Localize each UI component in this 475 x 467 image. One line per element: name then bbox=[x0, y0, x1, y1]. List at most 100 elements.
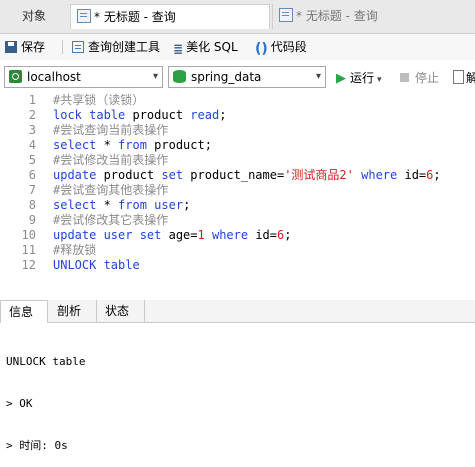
results-output: UNLOCK table > OK > 时间: 0s bbox=[6, 327, 466, 467]
code-token: 1 bbox=[197, 228, 205, 242]
tab-query-active[interactable]: * 无标题 - 查询 bbox=[70, 4, 270, 29]
line-number: 12 bbox=[21, 258, 36, 272]
code-text: #释放锁 bbox=[53, 243, 96, 258]
tab-query-active-label: * 无标题 - 查询 bbox=[94, 10, 176, 24]
line-number: 7 bbox=[28, 183, 36, 197]
code-line: 10 update user set age=1 where id=6; bbox=[0, 228, 292, 243]
code-line: 2 lock table product read; bbox=[0, 108, 227, 123]
code-text: select * from user; bbox=[53, 198, 190, 213]
stop-button[interactable]: 停止 bbox=[400, 69, 439, 87]
query-tab-icon bbox=[279, 8, 293, 22]
tab-info[interactable]: 信息 bbox=[0, 300, 48, 323]
code-token: ; bbox=[219, 108, 227, 122]
result-line: > OK bbox=[6, 397, 33, 410]
code-line: 11 #释放锁 bbox=[0, 243, 97, 258]
beautify-sql-button[interactable]: ≣ 美化 SQL bbox=[173, 38, 238, 56]
line-number: 2 bbox=[28, 108, 36, 122]
code-token: read bbox=[190, 108, 220, 122]
database-value: spring_data bbox=[191, 70, 262, 84]
line-number: 3 bbox=[28, 123, 36, 137]
code-token: #尝试查询其他表操作 bbox=[53, 183, 169, 197]
code-token: where bbox=[204, 228, 256, 242]
tab-profile[interactable]: 剖析 bbox=[49, 300, 97, 322]
result-line: UNLOCK table bbox=[6, 355, 86, 368]
explain-icon bbox=[453, 70, 464, 84]
tab-query-inactive-label: * 无标题 - 查询 bbox=[296, 9, 378, 23]
beautify-icon: ≣ bbox=[173, 42, 184, 56]
code-text: #尝试查询当前表操作 bbox=[53, 123, 168, 138]
query-builder-icon bbox=[72, 41, 84, 53]
code-token: select bbox=[53, 198, 104, 212]
code-line: 3 #尝试查询当前表操作 bbox=[0, 123, 168, 138]
stop-label: 停止 bbox=[415, 71, 440, 85]
chevron-down-icon[interactable]: ▾ bbox=[377, 75, 382, 85]
tab-query-inactive[interactable]: * 无标题 - 查询 bbox=[272, 4, 475, 29]
run-label: 运行 bbox=[350, 71, 375, 85]
code-text: select * from product; bbox=[53, 138, 212, 153]
explain-button[interactable]: 解 bbox=[453, 69, 475, 87]
code-token: product; bbox=[154, 138, 212, 152]
code-token: user bbox=[103, 228, 140, 242]
code-line: 12 UNLOCK table bbox=[0, 258, 140, 273]
query-builder-button[interactable]: 查询创建工具 bbox=[72, 38, 160, 56]
database-icon bbox=[173, 70, 186, 83]
beautify-label: 美化 SQL bbox=[186, 40, 238, 54]
code-text: #尝试修改当前表操作 bbox=[53, 153, 168, 168]
code-token: from bbox=[118, 198, 155, 212]
run-icon: ▶ bbox=[336, 71, 346, 86]
tab-objects-label: 对象 bbox=[22, 9, 47, 23]
line-number: 10 bbox=[21, 228, 36, 242]
tab-objects[interactable]: 对象 bbox=[0, 4, 70, 29]
code-token: lock table bbox=[53, 108, 133, 122]
save-button[interactable]: 保存 bbox=[5, 38, 45, 56]
connection-bar: localhost ▾ spring_data ▾ ▶ 运行 ▾ 停止 解 bbox=[0, 63, 475, 91]
code-token: id= bbox=[404, 168, 427, 182]
line-number: 11 bbox=[21, 243, 36, 257]
code-token: * bbox=[103, 198, 119, 212]
code-token: product_name= bbox=[190, 168, 285, 182]
save-icon bbox=[5, 41, 17, 53]
code-token: select bbox=[53, 138, 104, 152]
snippet-button[interactable]: () 代码段 bbox=[255, 38, 307, 57]
code-text: update user set age=1 where id=6; bbox=[53, 228, 291, 243]
connection-select[interactable]: localhost ▾ bbox=[4, 66, 163, 88]
chevron-down-icon: ▾ bbox=[152, 71, 158, 82]
line-number: 4 bbox=[28, 138, 36, 152]
code-token: from bbox=[118, 138, 155, 152]
code-text: #共享锁（读锁） bbox=[53, 93, 144, 108]
chevron-down-icon: ▾ bbox=[315, 71, 321, 82]
code-line: 4 select * from product; bbox=[0, 138, 212, 153]
tab-bar: 对象 * 无标题 - 查询 * 无标题 - 查询 bbox=[0, 0, 475, 34]
code-token: set bbox=[139, 228, 169, 242]
code-text: lock table product read; bbox=[53, 108, 226, 123]
snippet-icon: () bbox=[255, 41, 268, 57]
code-token: ; bbox=[183, 198, 191, 212]
tab-status[interactable]: 状态 bbox=[97, 300, 145, 322]
code-token: id= bbox=[255, 228, 278, 242]
query-builder-label: 查询创建工具 bbox=[88, 40, 161, 54]
code-text: update product set product_name='测试商品2' … bbox=[53, 168, 441, 183]
connection-icon bbox=[9, 70, 22, 83]
code-line: 7 #尝试查询其他表操作 bbox=[0, 183, 168, 198]
line-number: 6 bbox=[28, 168, 36, 182]
code-token: #共享锁（读锁） bbox=[53, 93, 145, 107]
run-button[interactable]: ▶ 运行 ▾ bbox=[336, 69, 382, 87]
snippet-label: 代码段 bbox=[270, 40, 307, 54]
line-number: 8 bbox=[28, 198, 36, 212]
code-token: #释放锁 bbox=[53, 243, 97, 257]
query-tab-icon bbox=[77, 9, 91, 23]
code-token: #尝试修改当前表操作 bbox=[53, 153, 169, 167]
code-token: product bbox=[103, 168, 162, 182]
code-token: product bbox=[132, 108, 191, 122]
code-token: age= bbox=[168, 228, 198, 242]
line-number: 5 bbox=[28, 153, 36, 167]
code-token: #尝试查询当前表操作 bbox=[53, 123, 169, 137]
connection-value: localhost bbox=[27, 70, 81, 84]
code-token: user bbox=[154, 198, 184, 212]
code-text: UNLOCK table bbox=[53, 258, 140, 273]
sql-editor[interactable]: 1 #共享锁（读锁） 2 lock table product read; 3 #尝试查询… bbox=[0, 93, 475, 283]
code-line: 9 #尝试修改其它表操作 bbox=[0, 213, 168, 228]
code-token: * bbox=[103, 138, 119, 152]
database-select[interactable]: spring_data ▾ bbox=[168, 66, 326, 88]
save-label: 保存 bbox=[21, 40, 46, 54]
